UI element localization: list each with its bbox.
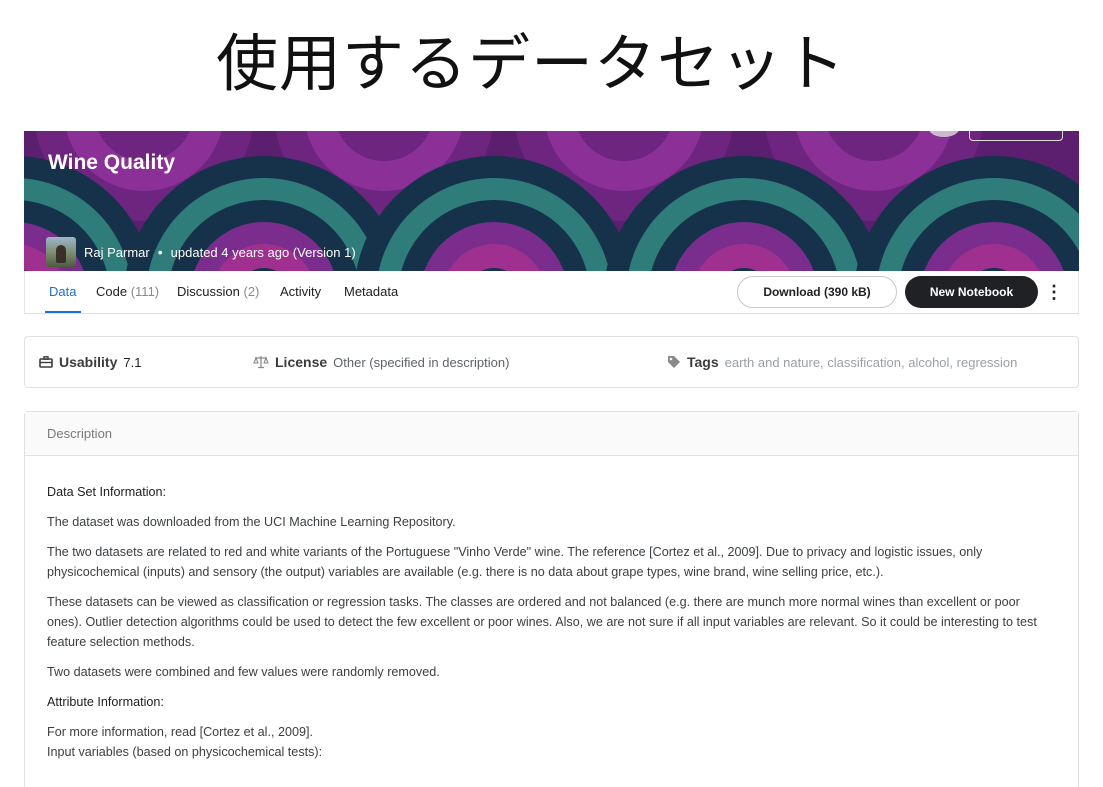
- slide-title: 使用するデータセット: [216, 27, 847, 100]
- tab-activity[interactable]: Activity: [280, 284, 321, 299]
- description-paragraph: The dataset was downloaded from the UCI …: [47, 515, 456, 529]
- tag-icon: [668, 356, 680, 368]
- scale-icon: [253, 356, 269, 369]
- tab-data[interactable]: Data: [49, 284, 76, 299]
- tab-bar: Data Code (111) Discussion (2) Activity …: [24, 271, 1079, 314]
- description-paragraph: Two datasets were combined and few value…: [47, 665, 440, 679]
- updated-text: updated 4 years ago (Version 1): [170, 244, 356, 260]
- tab-label: Activity: [280, 284, 322, 299]
- new-notebook-button[interactable]: New Notebook: [905, 276, 1038, 308]
- active-tab-indicator: [45, 311, 81, 313]
- byline: Raj Parmar • updated 4 years ago (Versio…: [46, 237, 356, 267]
- tab-label: Code: [96, 284, 128, 299]
- tags-label: Tags: [687, 354, 719, 370]
- usability-label: Usability: [59, 354, 118, 370]
- description-header: Description: [25, 412, 1078, 456]
- tag-list: earth and nature, classification, alcoho…: [724, 354, 1018, 370]
- tab-count: (2): [243, 284, 260, 299]
- usability-value: 7.1: [123, 354, 142, 370]
- tab-metadata[interactable]: Metadata: [344, 284, 398, 299]
- dataset-banner: Wine Quality Raj Parmar • updated 4 year…: [24, 131, 1079, 271]
- tag-link[interactable]: classification: [827, 355, 901, 370]
- tags: Tags earth and nature, classification, a…: [667, 354, 1017, 370]
- description-card: Description Data Set Information: The da…: [24, 411, 1079, 787]
- separator-dot: •: [157, 244, 163, 260]
- description-paragraph: Input variables (based on physicochemica…: [47, 745, 323, 759]
- author-name[interactable]: Raj Parmar: [84, 245, 150, 260]
- tag-link[interactable]: earth and nature: [725, 355, 820, 370]
- description-paragraph: The two datasets are related to red and …: [47, 545, 983, 579]
- tab-code[interactable]: Code (111): [96, 284, 159, 299]
- tab-discussion[interactable]: Discussion (2): [177, 284, 259, 299]
- download-button[interactable]: Download (390 kB): [737, 276, 897, 308]
- tab-count: (111): [130, 284, 160, 299]
- tag-link[interactable]: regression: [957, 355, 1018, 370]
- tab-label: Discussion: [177, 284, 240, 299]
- metadata-card: Usability 7.1 License Other (specified i…: [24, 336, 1079, 388]
- section-heading: Attribute Information:: [47, 695, 164, 709]
- usability: Usability 7.1: [39, 354, 141, 370]
- banner-button-fragment[interactable]: [969, 131, 1063, 141]
- briefcase-icon: [39, 356, 53, 368]
- tab-label: Metadata: [344, 284, 399, 299]
- license: License Other (specified in description): [253, 354, 509, 370]
- tag-link[interactable]: alcohol: [908, 355, 949, 370]
- description-body: Data Set Information: The dataset was do…: [25, 456, 1078, 762]
- more-options-icon[interactable]: ⋮: [1045, 280, 1063, 304]
- avatar[interactable]: [46, 237, 76, 267]
- license-value: Other (specified in description): [333, 354, 510, 370]
- section-heading: Data Set Information:: [47, 485, 167, 499]
- dataset-title: Wine Quality: [48, 151, 175, 174]
- license-label: License: [275, 354, 328, 370]
- description-paragraph: These datasets can be viewed as classifi…: [47, 595, 1037, 649]
- description-paragraph: For more information, read [Cortez et al…: [47, 725, 313, 739]
- tab-label: Data: [49, 284, 77, 299]
